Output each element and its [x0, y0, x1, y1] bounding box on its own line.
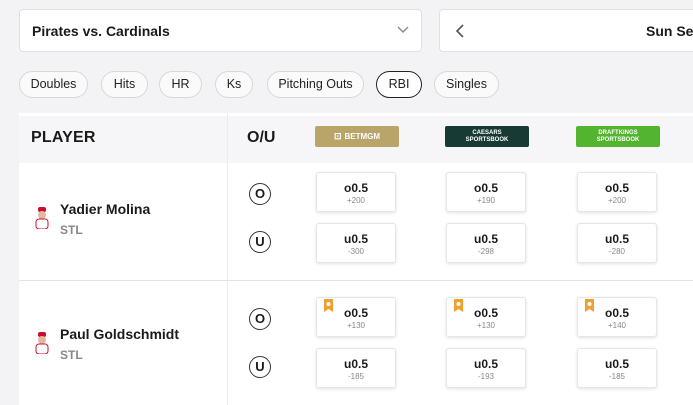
- chip-ks[interactable]: Ks: [215, 71, 253, 98]
- caesars-logo: CAESARS SPORTSBOOK: [445, 126, 529, 147]
- odds-cell-under[interactable]: u0.5 -193: [446, 348, 526, 388]
- header-scroll-edge: [19, 113, 693, 116]
- odds-cell-under[interactable]: u0.5 -185: [577, 348, 657, 388]
- over-indicator: O: [249, 183, 271, 205]
- date-label: Sun Se: [646, 23, 693, 39]
- player-name[interactable]: Yadier Molina: [60, 201, 150, 217]
- chevron-left-icon[interactable]: [454, 23, 466, 39]
- chip-hr[interactable]: HR: [159, 71, 202, 98]
- chip-singles[interactable]: Singles: [434, 71, 499, 98]
- draftkings-logo: DRAFTKINGS SPORTSBOOK: [576, 126, 660, 147]
- row-divider: [19, 280, 693, 281]
- player-avatar: [35, 332, 49, 354]
- chip-pitching-outs[interactable]: Pitching Outs: [267, 71, 364, 98]
- odds-cell-under[interactable]: u0.5 -300: [316, 223, 396, 263]
- under-indicator: U: [249, 231, 271, 253]
- chip-hits[interactable]: Hits: [101, 71, 148, 98]
- game-select-label: Pirates vs. Cardinals: [32, 23, 170, 39]
- odds-cell-over[interactable]: o0.5 +130: [446, 297, 526, 337]
- under-indicator: U: [249, 356, 271, 378]
- date-nav: Sun Se: [439, 9, 693, 52]
- odds-cell-over[interactable]: o0.5 +130: [316, 297, 396, 337]
- odds-cell-under[interactable]: u0.5 -280: [577, 223, 657, 263]
- betmgm-logo: ⊡ BETMGM: [315, 126, 399, 147]
- player-column-header: PLAYER: [31, 129, 96, 146]
- chevron-down-icon: [397, 26, 409, 33]
- player-team: STL: [60, 348, 83, 362]
- odds-cell-over[interactable]: o0.5 +190: [446, 172, 526, 212]
- game-select[interactable]: Pirates vs. Cardinals: [19, 9, 422, 52]
- player-team: STL: [60, 223, 83, 237]
- chip-rbi[interactable]: RBI: [376, 71, 422, 98]
- odds-cell-over[interactable]: o0.5 +140: [577, 297, 657, 337]
- odds-cell-under[interactable]: u0.5 -185: [316, 348, 396, 388]
- odds-cell-under[interactable]: u0.5 -298: [446, 223, 526, 263]
- player-avatar: [35, 207, 49, 229]
- chip-doubles[interactable]: Doubles: [19, 71, 88, 98]
- player-name[interactable]: Paul Goldschmidt: [60, 326, 179, 342]
- odds-table: PLAYER O/U ⊡ BETMGM CAESARS SPORTSBOOK D…: [19, 113, 693, 405]
- column-divider: [227, 113, 228, 405]
- over-indicator: O: [249, 308, 271, 330]
- odds-cell-over[interactable]: o0.5 +200: [577, 172, 657, 212]
- odds-cell-over[interactable]: o0.5 +200: [316, 172, 396, 212]
- ou-column-header: O/U: [247, 129, 276, 146]
